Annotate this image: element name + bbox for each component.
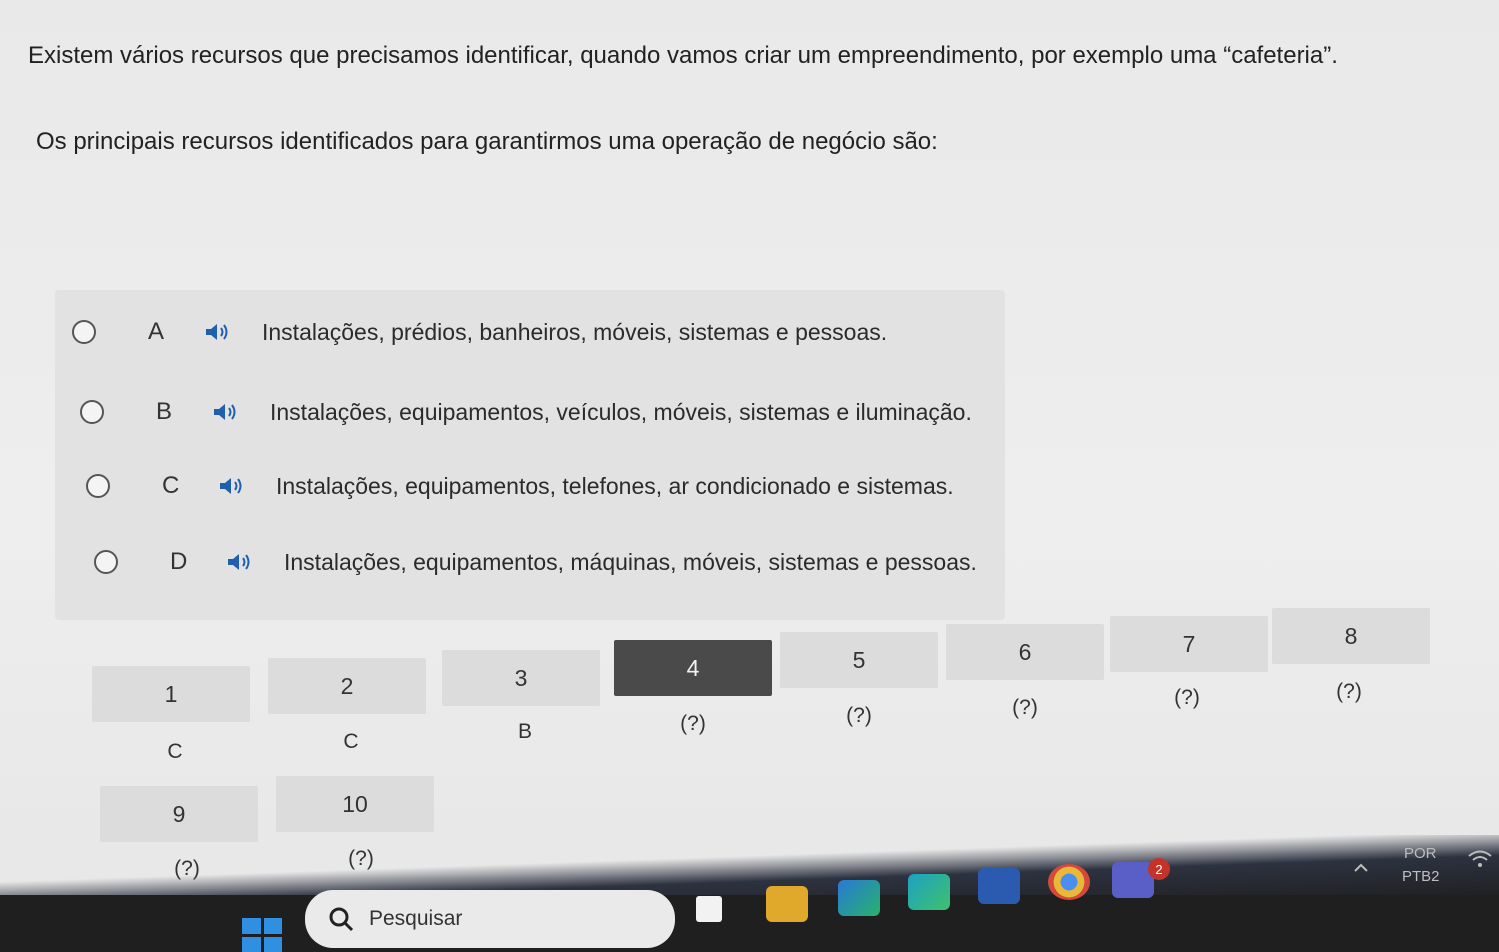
speaker-icon[interactable] [212, 401, 242, 423]
question-nav-10[interactable]: 10 [276, 776, 434, 832]
file-explorer-icon[interactable] [766, 886, 808, 922]
notification-badge: 2 [1148, 858, 1170, 880]
option-b[interactable]: B Instalações, equipamentos, veículos, m… [80, 398, 972, 426]
question-nav-4[interactable]: 4 [614, 640, 772, 696]
question-status: B [517, 720, 532, 743]
language-indicator[interactable]: POR [1404, 845, 1437, 862]
option-c-text: Instalações, equipamentos, telefones, ar… [276, 472, 954, 499]
speaker-icon[interactable] [204, 321, 234, 343]
question-number: 10 [342, 790, 368, 817]
question-line-2: Os principais recursos identificados par… [36, 128, 938, 155]
question-line-1: Existem vários recursos que precisamos i… [28, 42, 1338, 69]
question-number: 7 [1182, 630, 1196, 657]
option-d-radio[interactable] [94, 550, 118, 574]
question-nav-2[interactable]: 2 [268, 658, 426, 714]
speaker-icon[interactable] [218, 475, 248, 497]
question-status: (?) [1012, 696, 1038, 719]
question-status: C [343, 730, 359, 753]
question-nav-9[interactable]: 9 [100, 786, 258, 842]
option-c-letter: C [162, 472, 180, 499]
speaker-icon[interactable] [226, 551, 256, 573]
search-placeholder: Pesquisar [369, 907, 463, 930]
task-view-icon[interactable] [696, 896, 722, 922]
chrome-icon[interactable] [1048, 864, 1090, 900]
store-icon[interactable] [978, 868, 1020, 904]
question-number: 9 [172, 800, 186, 827]
windows-start-icon[interactable] [242, 918, 282, 952]
screen: Existem vários recursos que precisamos i… [0, 0, 1499, 952]
taskbar-edge [0, 835, 1499, 900]
taskbar-search[interactable]: Pesquisar [305, 890, 675, 948]
question-number: 4 [686, 654, 700, 681]
search-icon [329, 907, 354, 932]
keyboard-layout[interactable]: PTB2 [1402, 868, 1440, 885]
app-icon[interactable] [838, 880, 880, 916]
question-status: (?) [846, 704, 872, 727]
option-d-letter: D [170, 548, 188, 575]
question-nav-6[interactable]: 6 [946, 624, 1104, 680]
question-nav-8[interactable]: 8 [1272, 608, 1430, 664]
question-status: (?) [1336, 680, 1362, 703]
question-number: 5 [852, 646, 866, 673]
option-a-letter: A [148, 318, 165, 345]
question-status: C [167, 740, 183, 763]
option-b-radio[interactable] [80, 400, 104, 424]
question-nav-5[interactable]: 5 [780, 632, 938, 688]
edge-icon[interactable] [908, 874, 950, 910]
option-d-text: Instalações, equipamentos, máquinas, móv… [284, 548, 977, 575]
option-b-text: Instalações, equipamentos, veículos, móv… [270, 398, 972, 425]
option-a[interactable]: A Instalações, prédios, banheiros, móvei… [72, 318, 887, 346]
wifi-icon[interactable] [1466, 848, 1494, 870]
question-number: 6 [1018, 638, 1032, 665]
option-d[interactable]: D Instalações, equipamentos, máquinas, m… [94, 548, 977, 576]
question-nav-7[interactable]: 7 [1110, 616, 1268, 672]
question-status: (?) [1174, 686, 1200, 709]
question-status: (?) [680, 712, 706, 735]
option-a-text: Instalações, prédios, banheiros, móveis,… [262, 318, 888, 345]
chevron-up-icon[interactable] [1352, 862, 1370, 874]
question-nav-1[interactable]: 1 [92, 666, 250, 722]
option-c-radio[interactable] [86, 474, 110, 498]
question-number: 2 [340, 672, 354, 699]
option-b-letter: B [156, 398, 173, 425]
taskbar [0, 895, 1499, 952]
question-nav-3[interactable]: 3 [442, 650, 600, 706]
question-number: 1 [164, 680, 178, 707]
option-c[interactable]: C Instalações, equipamentos, telefones, … [86, 472, 954, 500]
question-number: 8 [1344, 622, 1358, 649]
question-number: 3 [514, 664, 528, 691]
option-a-radio[interactable] [72, 320, 96, 344]
